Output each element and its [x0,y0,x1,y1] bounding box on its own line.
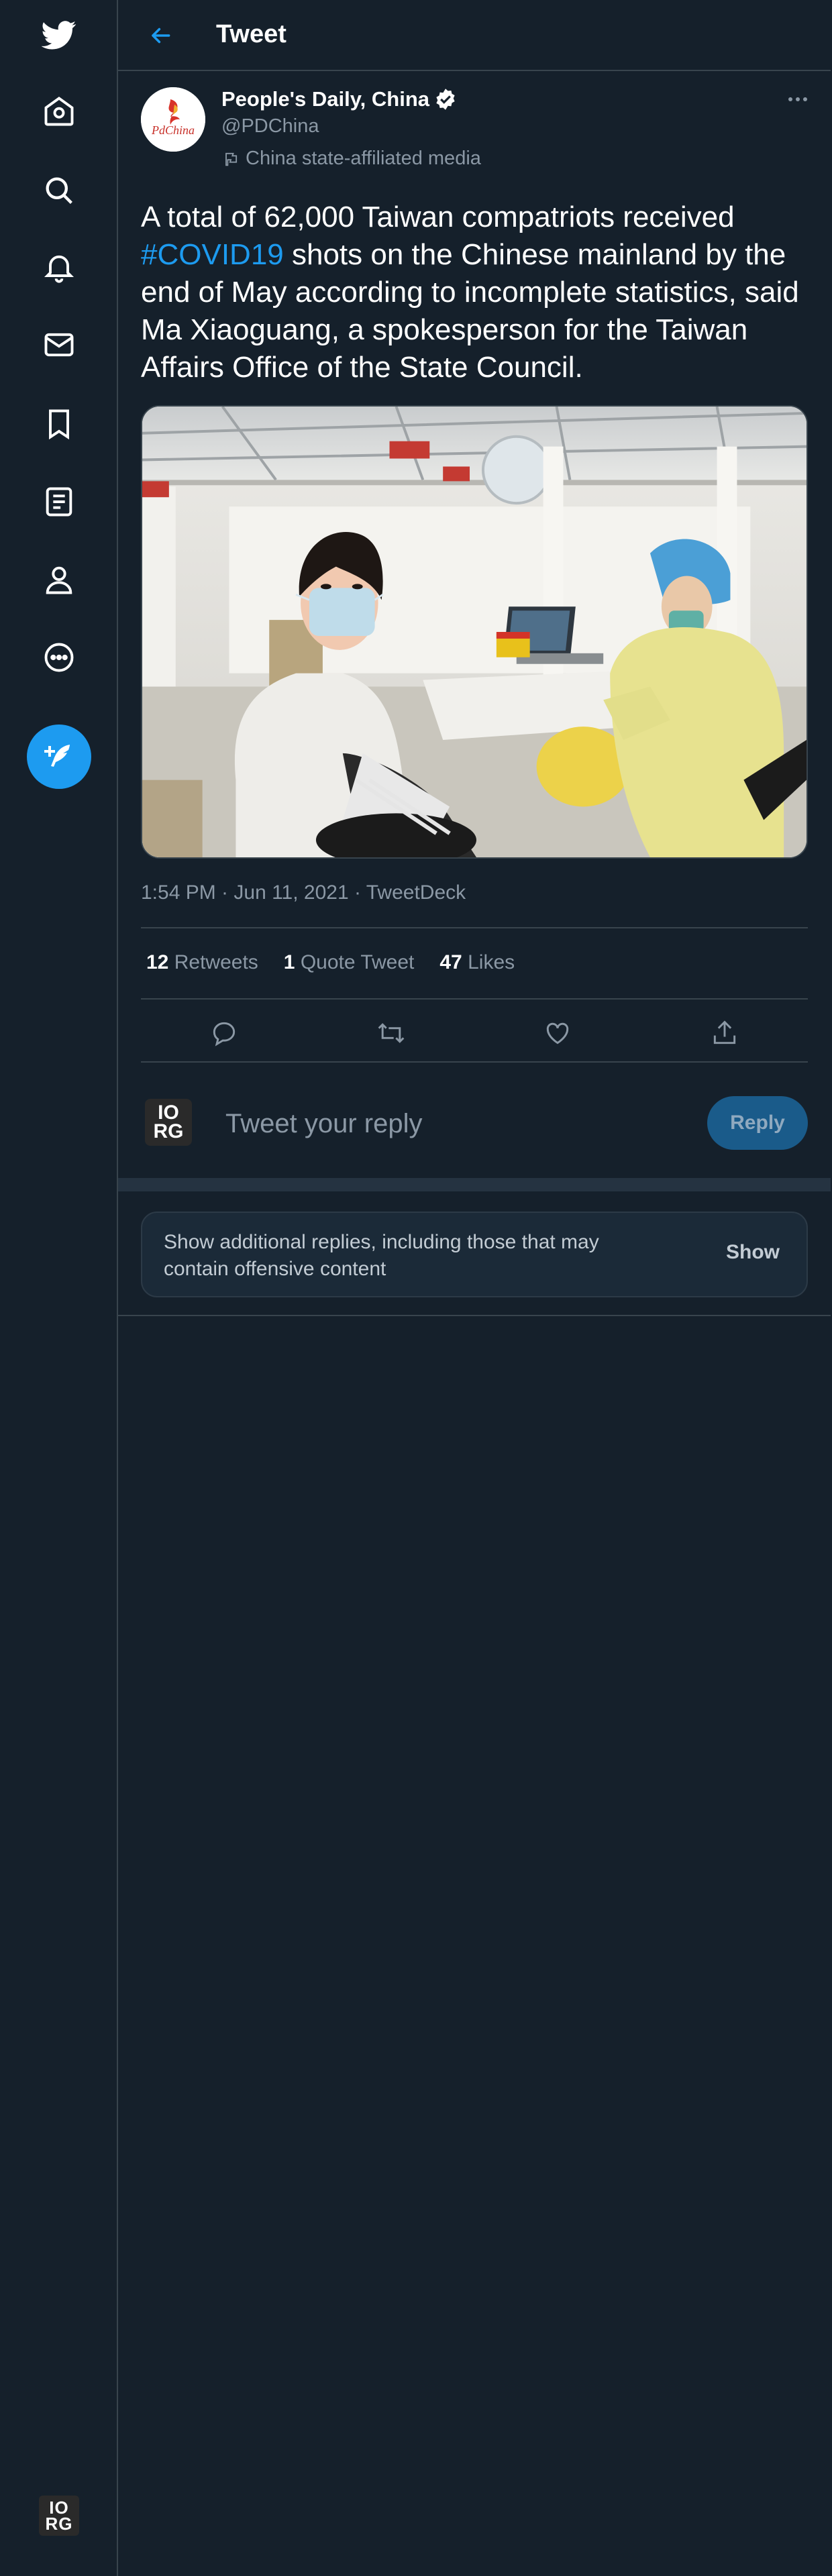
author-avatar[interactable]: PdChina [141,87,205,152]
account-avatar[interactable]: IO RG [39,2496,79,2536]
quote-tweets-stat[interactable]: 1 Quote Tweet [284,951,415,974]
pdchina-logo-icon: PdChina [141,87,205,152]
reply-input[interactable] [224,1108,603,1140]
quote-tweets-label: Quote Tweet [300,951,415,973]
vaccination-photo [142,407,807,857]
twitter-logo-icon[interactable] [32,8,86,62]
divider [118,1315,831,1316]
retweets-label: Retweets [174,951,258,973]
likes-stat[interactable]: 47 Likes [439,951,515,974]
retweet-action-button[interactable] [371,1013,411,1053]
home-icon[interactable] [32,85,86,138]
tweet-text: A total of 62,000 Taiwan compatriots rec… [141,199,812,386]
verified-badge-icon [436,89,455,110]
tweet-timestamp[interactable]: 1:54 PM · Jun 11, 2021 · TweetDeck [141,881,466,904]
retweet-icon [378,1023,405,1043]
reply-avatar[interactable]: IO RG [145,1099,192,1146]
additional-replies-box: Show additional replies, including those… [141,1212,808,1297]
hashtag-link[interactable]: #COVID19 [141,238,284,271]
lists-icon[interactable] [32,475,86,529]
retweets-stat[interactable]: 12 Retweets [146,951,258,974]
messages-icon[interactable] [32,318,86,372]
explore-icon[interactable] [32,164,86,217]
tweet-photo[interactable] [141,405,808,859]
divider [141,998,808,1000]
author-handle[interactable]: @PDChina [221,115,319,138]
notifications-icon[interactable] [32,240,86,294]
more-options-button[interactable] [781,86,815,113]
additional-replies-text: Show additional replies, including those… [164,1231,599,1280]
tweet-stats: 12 Retweets 1 Quote Tweet 47 Likes [146,951,515,974]
page-title: Tweet [216,20,287,48]
retweets-count: 12 [146,951,169,973]
profile-icon[interactable] [32,553,86,606]
ellipsis-icon [788,97,807,101]
reply-action-button[interactable] [204,1013,244,1053]
section-divider [118,1178,831,1191]
compose-tweet-button[interactable] [27,724,91,789]
share-icon [713,1020,735,1044]
divider [141,927,808,928]
feather-icon [44,745,70,767]
show-replies-button[interactable]: Show [726,1241,780,1264]
main-column: Tweet PdChina People's Daily, China @PDC… [118,0,831,2576]
divider [141,1061,808,1063]
author-name[interactable]: People's Daily, China [221,87,429,111]
state-media-label[interactable]: China state-affiliated media [221,148,481,170]
left-nav: IO RG [0,0,118,2576]
heart-icon [547,1022,569,1044]
back-button[interactable] [144,19,177,52]
arrow-left-icon [152,28,170,44]
tweet-actions [141,1006,808,1060]
reply-button[interactable]: Reply [707,1096,808,1150]
likes-count: 47 [439,951,462,973]
state-media-label-text: China state-affiliated media [246,148,481,169]
bookmarks-icon[interactable] [32,397,86,451]
reply-icon [213,1022,236,1046]
tweet-text-part: A total of 62,000 Taiwan compatriots rec… [141,201,735,233]
share-action-button[interactable] [705,1013,745,1053]
page-header: Tweet [118,0,831,71]
svg-text:PdChina: PdChina [151,123,195,137]
quote-tweets-count: 1 [283,951,295,973]
flag-icon [225,152,238,166]
more-options-icon[interactable] [32,631,86,684]
like-action-button[interactable] [537,1013,578,1053]
likes-label: Likes [468,951,515,973]
